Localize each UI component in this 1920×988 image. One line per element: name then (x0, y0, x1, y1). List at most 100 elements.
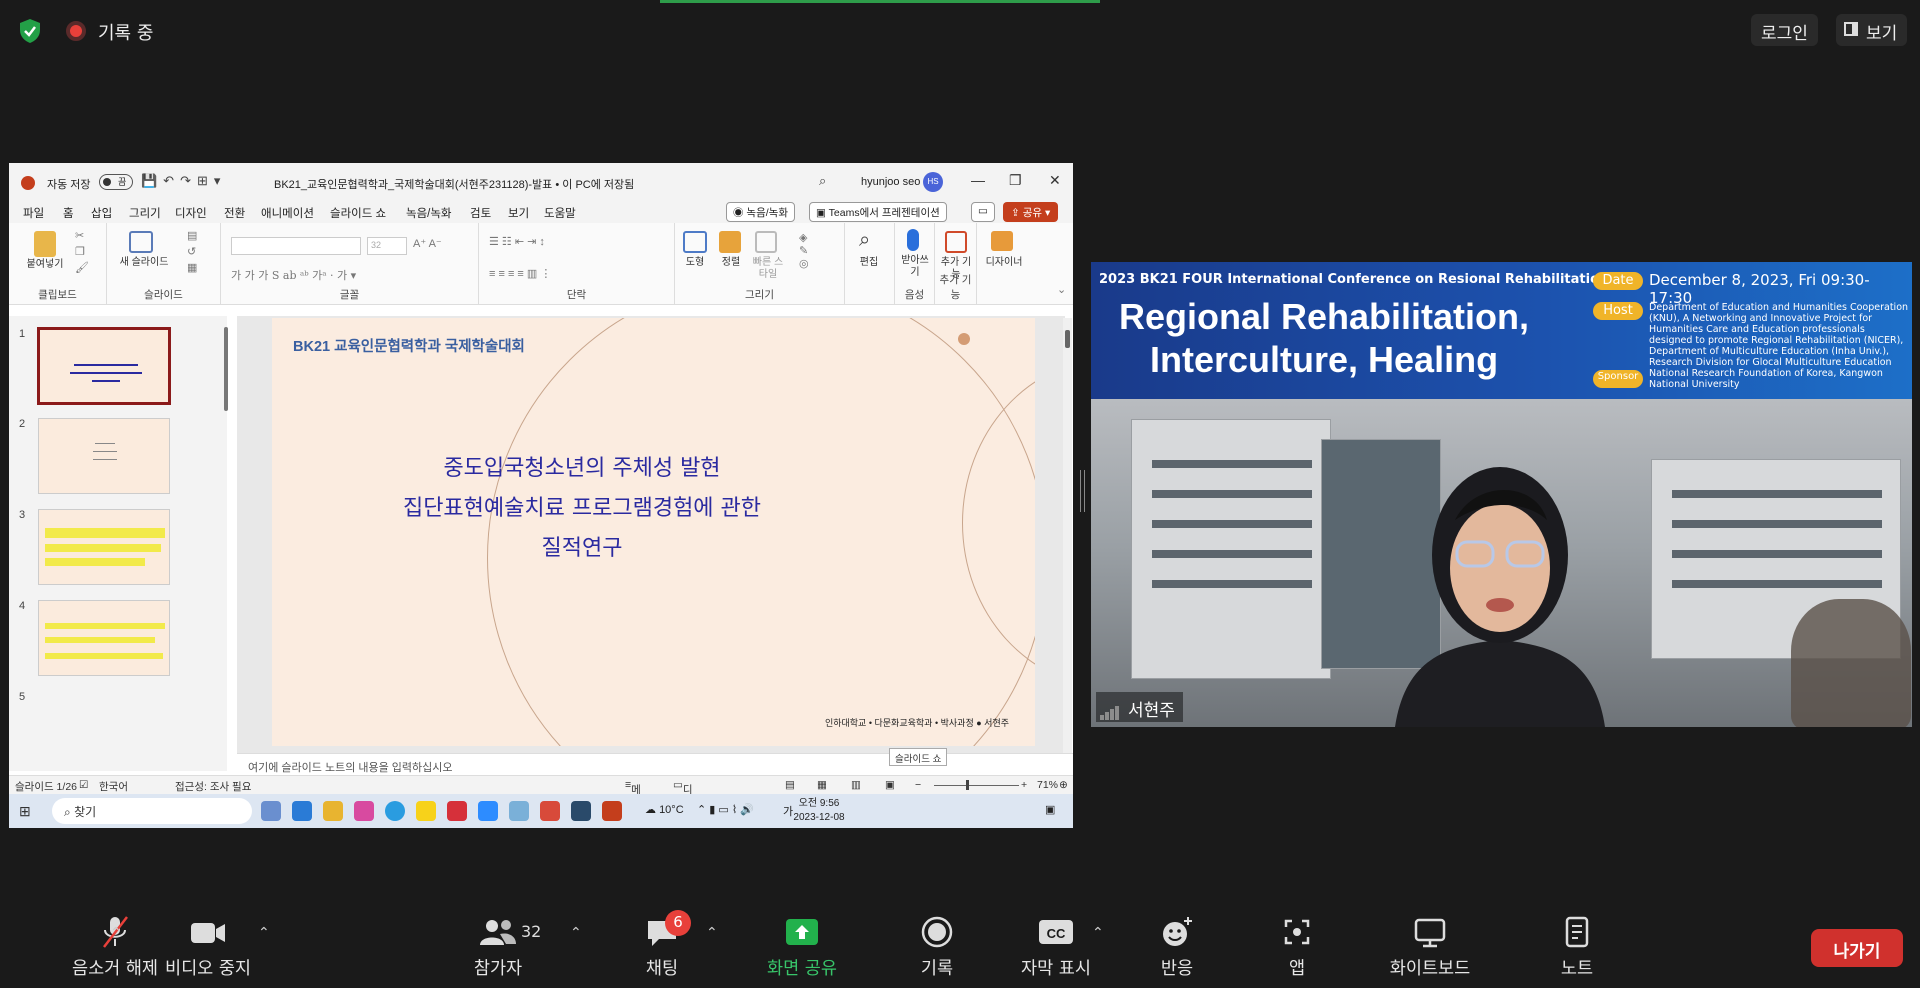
view-button[interactable]: 보기 (1836, 14, 1908, 46)
fit-slide-icon[interactable]: ⊕ (1059, 779, 1068, 791)
collapse-ribbon-icon[interactable]: ⌄ (1057, 283, 1066, 296)
copy-icon[interactable]: ❐ (75, 245, 85, 258)
zoom-out-icon[interactable]: − (915, 779, 921, 791)
arrange-icon[interactable] (719, 231, 741, 253)
audio-options-chevron-icon[interactable]: ⌃ (110, 925, 122, 941)
reset-icon[interactable]: ↺ (187, 245, 196, 258)
slide-thumbnail-1[interactable] (37, 327, 171, 405)
slide-thumbnail-2[interactable] (38, 418, 170, 494)
spellcheck-icon[interactable]: ☑ (79, 779, 88, 791)
accessibility-status[interactable]: 접근성: 조사 필요 (175, 779, 251, 794)
notes-button[interactable]: 노트 (1557, 915, 1597, 980)
reading-view-icon[interactable]: ▥ (851, 779, 861, 791)
designer-icon[interactable] (991, 231, 1013, 251)
zoom-level[interactable]: 71% (1037, 779, 1058, 791)
taskbar-clock[interactable]: 오전 9:56 2023-12-08 (787, 797, 851, 825)
section-icon[interactable]: ▦ (187, 261, 197, 274)
file-explorer-icon[interactable] (323, 801, 343, 821)
search-icon[interactable]: ⌕ (819, 173, 826, 189)
edge-icon[interactable] (385, 801, 405, 821)
language-label[interactable]: 한국어 (99, 779, 128, 794)
menu-draw[interactable]: 그리기 (129, 205, 161, 221)
thumbnail-scrollbar[interactable] (223, 321, 229, 761)
edit-label[interactable]: 편집 (853, 257, 885, 269)
snipping-tool-icon[interactable] (354, 801, 374, 821)
layout-icon[interactable]: ▤ (187, 229, 197, 242)
document-title[interactable]: BK21_교육인문협력학과_국제학술대회(서현주231128)-발표 • 이 P… (274, 176, 634, 192)
app-icon[interactable] (571, 801, 591, 821)
grow-font-icon[interactable]: A⁺ A⁻ (413, 237, 442, 250)
captions-button[interactable]: CC 자막 표시 (1016, 915, 1096, 980)
find-icon[interactable]: ⌕ (859, 229, 870, 252)
cut-icon[interactable]: ✂ (75, 229, 84, 242)
task-view-icon[interactable] (261, 801, 281, 821)
menu-record[interactable]: 녹음/녹화 (406, 205, 452, 221)
notes-toggle[interactable]: ≡ 메모 (625, 779, 641, 811)
whiteboard-button[interactable]: 화이트보드 (1384, 915, 1476, 980)
menu-design[interactable]: 디자인 (175, 205, 207, 221)
app-icon[interactable] (509, 801, 529, 821)
paste-icon[interactable] (34, 231, 56, 257)
sorter-view-icon[interactable]: ▦ (817, 779, 827, 791)
kakaotalk-icon[interactable] (416, 801, 436, 821)
quick-style-icon[interactable] (755, 231, 777, 253)
font-size-select[interactable]: 32 (367, 237, 407, 255)
record-meeting-button[interactable]: 기록 (915, 915, 959, 980)
menu-help[interactable]: 도움말 (544, 205, 576, 221)
normal-view-icon[interactable]: ▤ (785, 779, 795, 791)
display-settings[interactable]: ▭ 디스플레이 설정 (673, 779, 693, 826)
font-style-buttons[interactable]: 가 가 가 S ab ᵃᵇ 가ᵃ · 가 ▾ (231, 267, 356, 283)
apps-button[interactable]: 앱 (1280, 915, 1314, 980)
weather[interactable]: ☁ 10°C (645, 803, 684, 816)
reactions-button[interactable]: 반응 (1156, 915, 1198, 980)
mail-icon[interactable] (292, 801, 312, 821)
acrobat-icon[interactable] (447, 801, 467, 821)
slide-thumbnail-3[interactable] (38, 509, 170, 585)
zoom-slider[interactable] (934, 785, 1019, 786)
paste-label[interactable]: 붙여넣기 (23, 259, 67, 271)
tray-icons[interactable]: ⌃ ▮ ▭ ⌇ 🔊 (697, 803, 754, 816)
stop-video-button[interactable]: 비디오 중지 (160, 915, 256, 980)
quick-access-icons[interactable]: 💾↶↷⊞▾ (141, 173, 226, 189)
powerpoint-taskbar-icon[interactable] (602, 801, 622, 821)
menu-animations[interactable]: 애니메이션 (261, 205, 314, 221)
current-slide[interactable]: BK21 교육인문협력학과 국제학술대회 중도입국청소년의 주체성 발현 집단표… (272, 318, 1035, 746)
maximize-icon[interactable]: ❐ (1009, 172, 1022, 189)
align-buttons[interactable]: ≡ ≡ ≡ ≡ ▥ ⋮ (489, 267, 551, 280)
captions-chevron-icon[interactable]: ⌃ (1092, 925, 1104, 941)
slide-thumbnail-4[interactable] (38, 600, 170, 676)
quick-style-label[interactable]: 빠른 스타일 (751, 257, 785, 281)
teams-present-button[interactable]: ▣ Teams에서 프레젠테이션 (809, 202, 947, 222)
zoom-slider-knob[interactable] (966, 780, 969, 790)
addins-icon[interactable] (945, 231, 967, 253)
slideshow-view-icon[interactable]: ▣ (885, 779, 895, 791)
split-view-handle[interactable] (1080, 470, 1085, 512)
participant-video[interactable]: 2023 BK21 FOUR International Conference … (1091, 262, 1912, 727)
shape-icon[interactable] (683, 231, 707, 253)
arrange-label[interactable]: 정렬 (715, 257, 747, 269)
comments-button[interactable]: ▭ (971, 202, 995, 222)
shape-label[interactable]: 도형 (679, 257, 711, 269)
minimize-icon[interactable]: — (971, 172, 985, 188)
new-slide-icon[interactable] (129, 231, 153, 253)
notification-icon[interactable]: ▣ (1045, 803, 1055, 816)
video-options-chevron-icon[interactable]: ⌃ (258, 925, 270, 941)
login-button[interactable]: 로그인 (1751, 14, 1818, 46)
dictate-label[interactable]: 받아쓰기 (897, 255, 933, 279)
avatar[interactable]: HS (923, 172, 943, 192)
menu-file[interactable]: 파일 (23, 205, 44, 221)
designer-label[interactable]: 디자이너 (979, 257, 1029, 269)
zoom-app-icon[interactable] (478, 801, 498, 821)
menu-review[interactable]: 검토 (470, 205, 491, 221)
zoom-in-icon[interactable]: + (1021, 779, 1027, 791)
windows-start-icon[interactable]: ⊞ (19, 803, 31, 820)
format-painter-icon[interactable]: 🖌 (75, 261, 89, 274)
new-slide-label[interactable]: 새 슬라이드 (109, 257, 179, 269)
taskbar-search[interactable]: ⌕ 찾기 (52, 798, 252, 824)
record-button[interactable]: ◉ 녹음/녹화 (726, 202, 795, 222)
participants-chevron-icon[interactable]: ⌃ (570, 925, 582, 941)
menu-slideshow[interactable]: 슬라이드 쇼 (330, 205, 386, 221)
share-screen-button[interactable]: 화면 공유 (756, 915, 848, 980)
close-icon[interactable]: ✕ (1049, 172, 1061, 189)
autosave-toggle[interactable]: 끔 (99, 174, 133, 190)
